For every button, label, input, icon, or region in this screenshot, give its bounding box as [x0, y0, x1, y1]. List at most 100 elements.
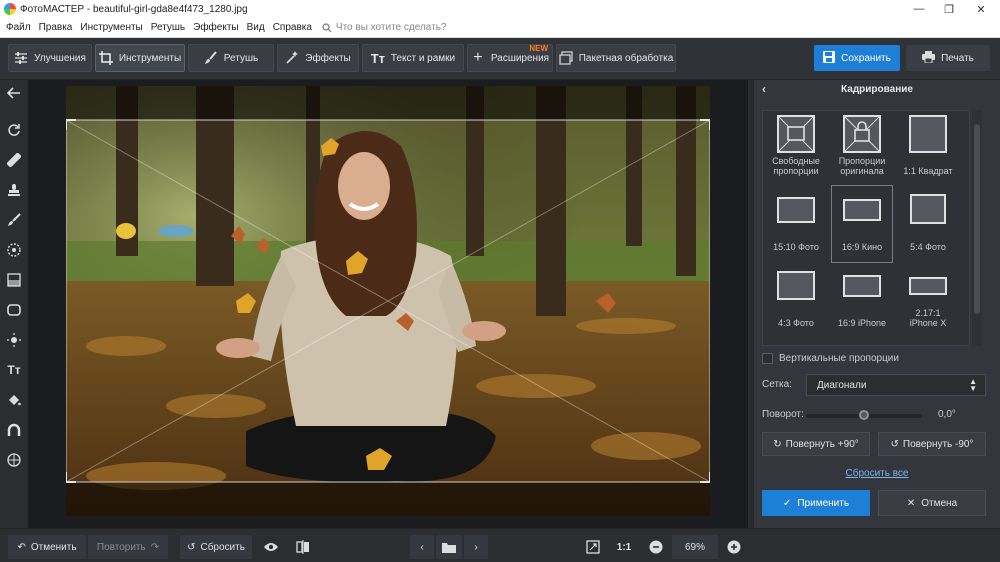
healing-tool-icon[interactable] — [4, 150, 24, 170]
tab-batch[interactable]: Пакетная обработка — [556, 44, 676, 72]
crop-presets: Свободные пропорции Пропорции оригинала … — [762, 110, 970, 346]
preset-4-3[interactable]: 4:3 Фото — [765, 267, 827, 341]
cancel-button[interactable]: ✕ Отмена — [878, 490, 986, 516]
redo-button[interactable]: Повторить ↷ — [88, 535, 168, 559]
zoom-in-button[interactable] — [724, 535, 744, 559]
menu-file[interactable]: Файл — [2, 22, 35, 33]
preset-square[interactable]: 1:1 Квадрат — [897, 115, 959, 189]
tab-label: Расширения — [490, 52, 550, 64]
plus-icon: + — [473, 49, 483, 66]
preset-5-4[interactable]: 5:4 Фото — [897, 191, 959, 265]
tab-effects[interactable]: Эффекты — [277, 44, 359, 72]
print-button[interactable]: Печать — [906, 45, 990, 71]
close-window-button[interactable]: ✕ — [966, 0, 996, 18]
radial-filter-icon[interactable] — [4, 240, 24, 260]
eye-icon — [264, 543, 278, 551]
light-icon[interactable] — [4, 330, 24, 350]
rotate-tool-icon[interactable] — [4, 120, 24, 140]
compare-button[interactable] — [290, 535, 316, 559]
sparkle-icon — [285, 51, 299, 65]
brush-tool-icon[interactable] — [4, 210, 24, 230]
menu-bar: Файл Правка Инструменты Ретушь Эффекты В… — [0, 18, 1000, 38]
zoom-out-button[interactable] — [646, 535, 666, 559]
undo-icon: ↶ — [17, 541, 26, 553]
zoom-value[interactable]: 69% — [672, 535, 718, 559]
maximize-button[interactable]: ❐ — [934, 0, 964, 18]
tab-retouch[interactable]: Ретушь — [188, 44, 274, 72]
redo-icon: ↷ — [150, 541, 160, 553]
next-image-button[interactable]: › — [464, 535, 488, 559]
rotate-cw-icon: ↻ — [773, 438, 782, 450]
rotate-ccw-button[interactable]: ↺ Повернуть -90° — [878, 432, 986, 456]
sliders-icon — [14, 51, 28, 65]
globe-icon[interactable] — [4, 450, 24, 470]
text-icon: Тт — [370, 50, 386, 66]
menu-effects[interactable]: Эффекты — [189, 22, 242, 33]
stamp-tool-icon[interactable] — [4, 180, 24, 200]
back-arrow-icon[interactable] — [4, 83, 24, 103]
preset-original[interactable]: Пропорции оригинала — [831, 115, 893, 189]
preset-label: 16:9 Кино — [841, 242, 883, 252]
updown-icon: ▲ ▼ — [969, 377, 977, 393]
text-tool-icon[interactable]: Тт — [4, 360, 24, 380]
preset-label: 16:9 iPhone — [837, 318, 887, 328]
apply-label: Применить — [797, 497, 850, 509]
reset-all-link[interactable]: Сбросить все — [754, 468, 1000, 479]
magnet-icon[interactable] — [4, 420, 24, 440]
printer-icon — [922, 50, 936, 66]
fill-bucket-icon[interactable] — [4, 390, 24, 410]
rotation-slider[interactable] — [806, 410, 922, 420]
preset-label: 4:3 Фото — [778, 318, 814, 328]
rotate-cw-button[interactable]: ↻ Повернуть +90° — [762, 432, 870, 456]
reset-button[interactable]: ↺ Сбросить — [180, 535, 252, 559]
preset-iphone[interactable]: 16:9 iPhone — [831, 267, 893, 341]
app-logo-icon — [4, 3, 16, 15]
rotation-value: 0,0° — [938, 409, 956, 420]
menu-view[interactable]: Вид — [243, 22, 269, 33]
checkbox-box[interactable] — [762, 353, 773, 364]
scrollbar-thumb[interactable] — [974, 124, 980, 314]
tab-extensions[interactable]: + Расширения NEW — [467, 44, 553, 72]
panel-back-icon[interactable]: ‹ — [762, 82, 766, 96]
check-icon: ✓ — [782, 497, 792, 509]
tab-text-frames[interactable]: Тт Текст и рамки — [362, 44, 464, 72]
open-folder-button[interactable] — [436, 535, 462, 559]
bottom-bar: ↶ Отменить Повторить ↷ ↺ Сбросить ‹ › 1:… — [0, 528, 1000, 562]
gradient-filter-icon[interactable] — [4, 270, 24, 290]
menu-retouch[interactable]: Ретушь — [147, 22, 189, 33]
vignette-icon[interactable] — [4, 300, 24, 320]
minimize-button[interactable]: — — [904, 0, 934, 18]
prev-image-button[interactable]: ‹ — [410, 535, 434, 559]
preset-free[interactable]: Свободные пропорции — [765, 115, 827, 189]
save-button[interactable]: Сохранить — [814, 45, 900, 71]
preset-15-10[interactable]: 15:10 Фото — [765, 191, 827, 265]
rotation-label: Поворот: — [762, 409, 804, 420]
preset-iphone-x[interactable]: 2.17:1 iPhone X — [897, 267, 959, 341]
preset-16-9[interactable]: 16:9 Кино — [831, 185, 893, 263]
brush-icon — [204, 51, 218, 65]
tab-enhancements[interactable]: Улучшения — [8, 44, 92, 72]
rotate-cw-label: Повернуть +90° — [785, 438, 859, 450]
photo-preview[interactable] — [66, 86, 710, 516]
fit-screen-button[interactable] — [582, 535, 604, 559]
search-box[interactable]: Что вы хотите сделать? — [322, 22, 447, 33]
menu-tools[interactable]: Инструменты — [76, 22, 146, 33]
tab-tools[interactable]: Инструменты — [95, 44, 185, 72]
menu-edit[interactable]: Правка — [35, 22, 77, 33]
vertical-ratio-checkbox[interactable]: Вертикальные пропорции — [762, 353, 899, 364]
menu-help[interactable]: Справка — [269, 22, 316, 33]
tab-label: Ретушь — [223, 52, 259, 64]
presets-scrollbar[interactable] — [972, 110, 982, 346]
preset-label: 1:1 Квадрат — [903, 166, 953, 176]
chevron-right-icon: › — [474, 541, 478, 553]
undo-button[interactable]: ↶ Отменить — [8, 535, 86, 559]
grid-label: Сетка: — [762, 379, 792, 390]
search-input[interactable]: Что вы хотите сделать? — [336, 22, 447, 33]
image-canvas[interactable] — [28, 80, 748, 528]
grid-select[interactable]: Диагонали ▲ ▼ — [806, 374, 986, 396]
free-crop-icon — [777, 115, 815, 153]
preview-eye-button[interactable] — [258, 535, 284, 559]
apply-button[interactable]: ✓ Применить — [762, 490, 870, 516]
actual-size-button[interactable]: 1:1 — [612, 535, 636, 559]
rotation-slider-knob[interactable] — [859, 410, 869, 420]
